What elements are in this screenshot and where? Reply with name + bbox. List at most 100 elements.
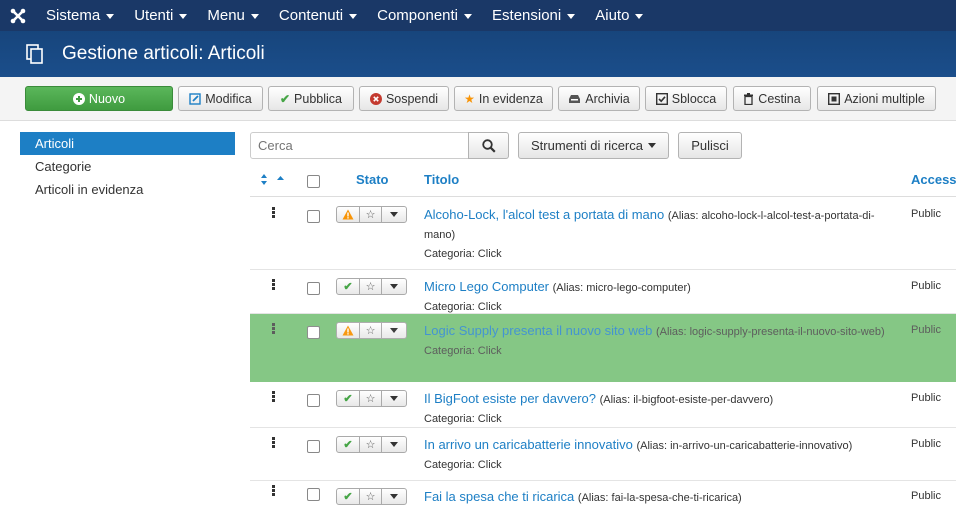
menu-aiuto[interactable]: Aiuto (585, 0, 653, 31)
row-actions-dropdown[interactable] (382, 323, 406, 338)
featured-button[interactable]: ★ In evidenza (454, 86, 553, 111)
title-cell: In arrivo un caricabatterie innovativo (… (424, 436, 894, 474)
featured-star-icon[interactable]: ☆ (360, 323, 382, 338)
drag-handle-icon[interactable] (272, 485, 276, 497)
row-actions-dropdown[interactable] (382, 207, 406, 222)
menu-estensioni[interactable]: Estensioni (482, 0, 585, 31)
featured-star-icon[interactable]: ☆ (360, 437, 382, 452)
menu-utenti[interactable]: Utenti (124, 0, 197, 31)
status-button-group: ☆ (336, 322, 407, 339)
menu-sistema[interactable]: Sistema (36, 0, 124, 31)
row-actions-dropdown[interactable] (382, 489, 406, 504)
published-check-icon[interactable]: ✔ (337, 391, 360, 406)
search-tools-button[interactable]: Strumenti di ricerca (518, 132, 669, 159)
article-title-link[interactable]: Alcoho-Lock, l'alcol test a portata di m… (424, 207, 664, 222)
featured-star-icon[interactable]: ☆ (360, 391, 382, 406)
cancel-circle-icon (369, 92, 382, 105)
chevron-down-icon (390, 494, 398, 499)
menu-componenti[interactable]: Componenti (367, 0, 482, 31)
batch-button[interactable]: Azioni multiple (817, 86, 936, 111)
ordering-sort-icon[interactable] (261, 174, 285, 188)
featured-star-icon[interactable]: ☆ (360, 489, 382, 504)
row-actions-dropdown[interactable] (382, 279, 406, 294)
check-icon: ✔ (279, 91, 291, 106)
row-actions-dropdown[interactable] (382, 437, 406, 452)
row-checkbox[interactable] (307, 488, 320, 501)
row-checkbox[interactable] (307, 210, 320, 223)
status-button-group: ✔ ☆ (336, 390, 407, 407)
featured-star-icon[interactable]: ☆ (360, 207, 382, 222)
drag-handle-icon[interactable] (272, 279, 276, 291)
edit-icon (189, 92, 201, 105)
chevron-down-icon (390, 212, 398, 217)
archive-button[interactable]: Archivia (558, 86, 640, 111)
article-access: Public (911, 438, 941, 450)
row-actions-dropdown[interactable] (382, 391, 406, 406)
featured-star-icon[interactable]: ☆ (360, 279, 382, 294)
drag-handle-icon[interactable] (272, 437, 276, 449)
article-title-link[interactable]: Micro Lego Computer (424, 279, 549, 294)
trash-button[interactable]: Cestina (733, 86, 811, 111)
sidebar: Articoli Categorie Articoli in evidenza (20, 132, 235, 201)
article-category: Categoria: Click (424, 248, 502, 260)
sidebar-item-articoli-in-evidenza[interactable]: Articoli in evidenza (20, 178, 235, 201)
publish-button[interactable]: ✔ Pubblica (268, 86, 354, 111)
select-all-checkbox[interactable] (307, 175, 320, 188)
warning-icon[interactable] (337, 207, 360, 222)
table-row: ✔ ☆ Il BigFoot esiste per davvero? (Alia… (250, 382, 956, 428)
status-button-group: ✔ ☆ (336, 278, 407, 295)
joomla-logo-icon[interactable] (0, 0, 36, 31)
search-button[interactable] (468, 132, 509, 159)
new-button[interactable]: Nuovo (25, 86, 173, 111)
table-row: ✔ ☆ Micro Lego Computer (Alias: micro-le… (250, 270, 956, 314)
column-header-status[interactable]: Stato (356, 172, 389, 187)
drag-handle-icon[interactable] (272, 391, 276, 403)
search-input[interactable] (250, 132, 469, 159)
star-icon: ★ (464, 91, 475, 106)
clear-button[interactable]: Pulisci (678, 132, 742, 159)
menu-contenuti[interactable]: Contenuti (269, 0, 367, 31)
published-check-icon[interactable]: ✔ (337, 437, 360, 452)
drag-handle-icon[interactable] (272, 207, 276, 219)
column-header-access[interactable]: Access (911, 172, 956, 187)
warning-icon[interactable] (337, 323, 360, 338)
title-cell: Il BigFoot esiste per davvero? (Alias: i… (424, 390, 894, 428)
dragging-table-row[interactable]: ☆ Logic Supply presenta il nuovo sito we… (250, 314, 956, 382)
chevron-down-icon (390, 442, 398, 447)
table-header: Stato Titolo Access (250, 163, 956, 197)
drag-handle-icon[interactable] (272, 323, 276, 335)
published-check-icon[interactable]: ✔ (337, 279, 360, 294)
search-icon (481, 138, 496, 153)
batch-square-icon (828, 92, 841, 105)
sidebar-item-articoli[interactable]: Articoli (20, 132, 235, 155)
chevron-down-icon (464, 13, 473, 19)
sidebar-item-categorie[interactable]: Categorie (20, 155, 235, 178)
row-checkbox[interactable] (307, 440, 320, 453)
edit-button[interactable]: Modifica (178, 86, 263, 111)
row-checkbox[interactable] (307, 326, 320, 339)
article-title-link[interactable]: Logic Supply presenta il nuovo sito web (424, 323, 652, 338)
article-title-link[interactable]: In arrivo un caricabatterie innovativo (424, 437, 633, 452)
status-button-group: ☆ (336, 206, 407, 223)
row-checkbox[interactable] (307, 282, 320, 295)
published-check-icon[interactable]: ✔ (337, 489, 360, 504)
article-alias: (Alias: fai-la-spesa-che-ti-ricarica) (577, 492, 742, 504)
checkin-button[interactable]: Sblocca (645, 86, 727, 111)
archive-icon (568, 94, 581, 104)
article-title-link[interactable]: Fai la spesa che ti ricarica (424, 489, 574, 504)
article-category: Categoria: Click (424, 345, 502, 357)
table-row: ✔ ☆ In arrivo un caricabatterie innovati… (250, 428, 956, 481)
chevron-down-icon (390, 284, 398, 289)
article-title-link[interactable]: Il BigFoot esiste per davvero? (424, 391, 596, 406)
unpublish-button[interactable]: Sospendi (359, 86, 449, 111)
toolbar: Nuovo Modifica ✔ Pubblica Sospendi ★ In … (0, 77, 956, 121)
column-header-title[interactable]: Titolo (424, 172, 459, 187)
title-cell: Micro Lego Computer (Alias: micro-lego-c… (424, 278, 894, 316)
menu-menu[interactable]: Menu (197, 0, 269, 31)
plus-circle-icon (72, 92, 85, 105)
article-alias: (Alias: micro-lego-computer) (552, 282, 691, 294)
page-title: Gestione articoli: Articoli (62, 43, 265, 64)
article-access: Public (911, 280, 941, 292)
article-access: Public (911, 208, 941, 220)
row-checkbox[interactable] (307, 394, 320, 407)
